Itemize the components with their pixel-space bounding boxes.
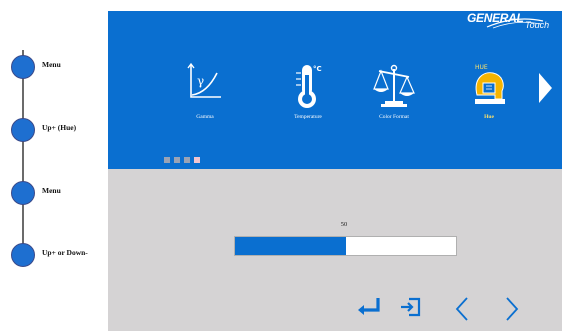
step-marker bbox=[11, 55, 35, 79]
menu-item-label: Temperature bbox=[294, 114, 322, 120]
osd-screen: GENERAL Touch γ Gamma °C Temperature Col… bbox=[108, 11, 562, 331]
hue-slider[interactable] bbox=[234, 236, 457, 256]
slider-fill bbox=[235, 237, 346, 255]
step-label: Up+ or Down- bbox=[42, 248, 88, 257]
step-4: Up+ or Down- bbox=[0, 243, 108, 273]
brand-name: GENERAL bbox=[467, 11, 524, 25]
thermometer-icon: °C bbox=[296, 65, 322, 108]
step-marker bbox=[11, 243, 35, 267]
osd-menu-area: GENERAL Touch γ Gamma °C Temperature Col… bbox=[108, 11, 562, 169]
slider-value: 50 bbox=[340, 221, 348, 228]
page-dot bbox=[184, 157, 190, 163]
menu-item-label: Hue bbox=[484, 114, 494, 120]
page-dot bbox=[174, 157, 180, 163]
celsius-symbol: °C bbox=[313, 65, 322, 73]
exit-icon[interactable] bbox=[400, 296, 422, 318]
step-label: Menu bbox=[42, 186, 61, 195]
step-2: Up+ (Hue) bbox=[0, 118, 108, 148]
brand-sub: Touch bbox=[525, 20, 550, 30]
gamma-icon: γ bbox=[187, 62, 221, 98]
scale-icon bbox=[373, 64, 415, 107]
next-page-arrow-icon[interactable] bbox=[536, 71, 554, 105]
page-dot bbox=[164, 157, 170, 163]
hue-icon: HUE bbox=[475, 64, 505, 104]
step-marker bbox=[11, 118, 35, 142]
step-3: Menu bbox=[0, 181, 108, 211]
instruction-panel: Menu Up+ (Hue) Menu Up+ or Down- bbox=[0, 0, 108, 331]
step-label: Up+ (Hue) bbox=[42, 123, 77, 132]
menu-item-label: Gamma bbox=[196, 114, 214, 120]
menu-item-label: Color Format bbox=[379, 114, 409, 120]
step-1: Menu bbox=[0, 55, 108, 85]
step-label: Menu bbox=[42, 60, 61, 69]
chevron-left-icon[interactable] bbox=[454, 296, 470, 322]
chevron-right-icon[interactable] bbox=[504, 296, 520, 322]
page-dot bbox=[194, 157, 200, 163]
step-marker bbox=[11, 181, 35, 205]
gamma-symbol: γ bbox=[197, 74, 204, 88]
brand-logo: GENERAL Touch bbox=[467, 11, 562, 33]
enter-icon[interactable] bbox=[354, 296, 382, 316]
hue-badge: HUE bbox=[475, 64, 488, 71]
